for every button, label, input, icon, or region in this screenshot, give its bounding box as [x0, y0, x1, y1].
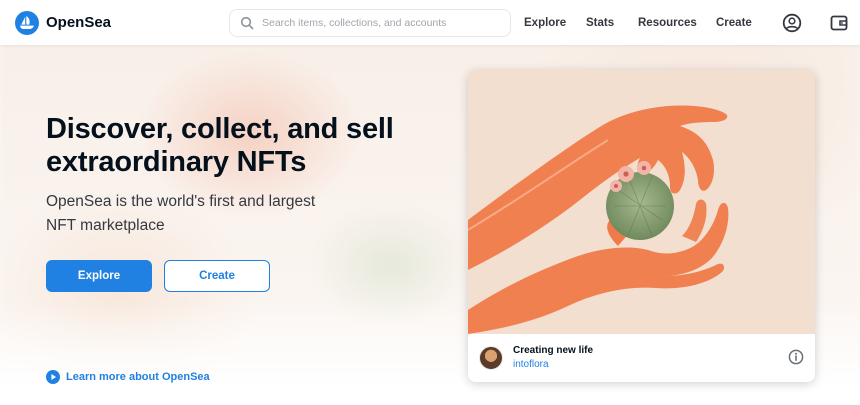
- info-icon[interactable]: [788, 349, 804, 365]
- create-button[interactable]: Create: [164, 260, 270, 292]
- opensea-logo-icon: [15, 10, 39, 35]
- search-input[interactable]: [262, 17, 502, 29]
- learn-more-link[interactable]: Learn more about OpenSea: [46, 370, 210, 384]
- hero-subtitle: OpenSea is the world's first and largest…: [46, 193, 316, 234]
- nav-resources[interactable]: Resources: [638, 0, 697, 45]
- featured-card-footer: Creating new life intoflora: [468, 334, 815, 382]
- search-bar[interactable]: [229, 9, 511, 37]
- hero-title: Discover, collect, and sell extraordinar…: [46, 113, 394, 178]
- account-icon[interactable]: [781, 12, 803, 34]
- play-circle-icon: [46, 370, 60, 384]
- featured-artwork[interactable]: [468, 70, 815, 334]
- nft-title[interactable]: Creating new life: [513, 344, 593, 358]
- navbar: OpenSea Explore Stats Resources Create: [0, 0, 860, 45]
- opensea-logo[interactable]: OpenSea: [15, 10, 112, 35]
- creator-link[interactable]: intoflora: [513, 358, 593, 372]
- creator-avatar[interactable]: [479, 346, 503, 370]
- nav-explore[interactable]: Explore: [524, 0, 566, 45]
- nav-stats[interactable]: Stats: [586, 0, 614, 45]
- wallet-icon[interactable]: [828, 12, 850, 34]
- logo-text: OpenSea: [46, 14, 112, 31]
- explore-button[interactable]: Explore: [46, 260, 152, 292]
- learn-more-text: Learn more about OpenSea: [66, 371, 210, 383]
- search-icon: [240, 16, 254, 30]
- card-meta: Creating new life intoflora: [513, 344, 593, 372]
- nav-create[interactable]: Create: [716, 0, 752, 45]
- featured-nft-card[interactable]: Creating new life intoflora: [468, 70, 815, 382]
